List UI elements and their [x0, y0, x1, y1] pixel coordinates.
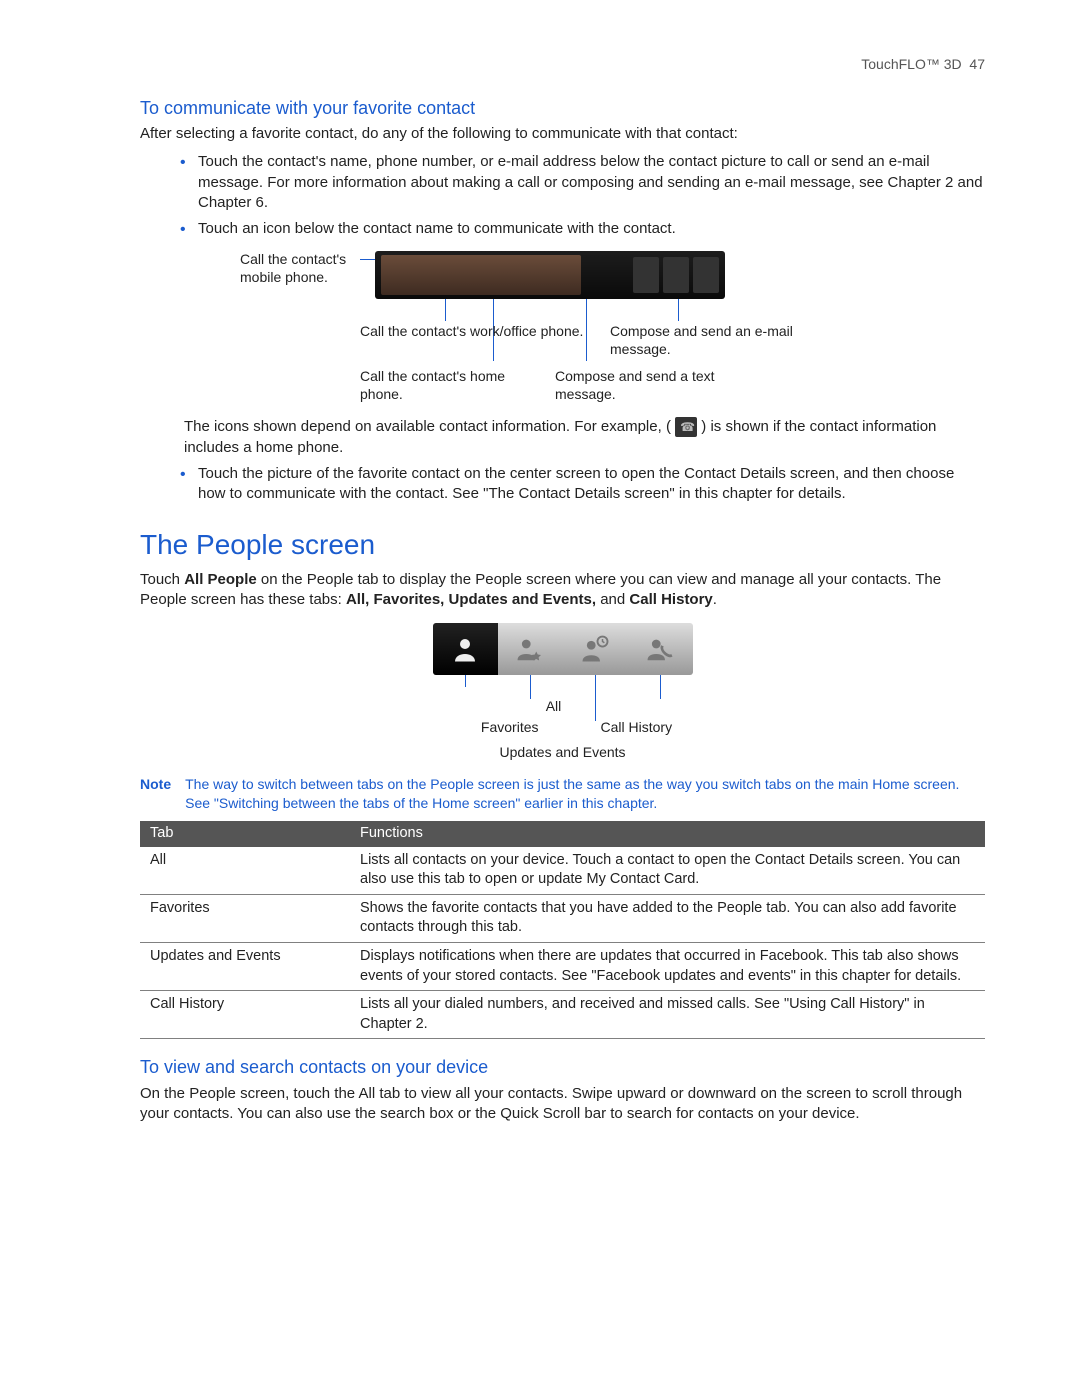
tab-favorites-icon [498, 623, 563, 675]
tab-callhistory-icon [628, 623, 693, 675]
table-row: Favorites Shows the favorite contacts th… [140, 894, 985, 942]
col-functions: Functions [350, 821, 985, 847]
subheading-communicate: To communicate with your favorite contac… [140, 96, 985, 120]
label-callhistory: Call History [601, 718, 673, 737]
tab-labels-row2: Favorites Call History [433, 718, 693, 737]
label-all: All [534, 697, 574, 716]
heading-people-screen: The People screen [140, 526, 985, 564]
table-row: Updates and Events Displays notification… [140, 943, 985, 991]
lead-text: After selecting a favorite contact, do a… [140, 124, 985, 144]
bullet-list: Touch the contact's name, phone number, … [180, 150, 985, 243]
callout-email: Compose and send an e-mail message. [610, 323, 830, 358]
tab-labels-row1: All [433, 697, 693, 716]
bullet-item: Touch the picture of the favorite contac… [180, 462, 985, 509]
contact-thumb [693, 257, 719, 293]
text: The icons shown depend on available cont… [184, 418, 671, 435]
subheading-view-search: To view and search contacts on your devi… [140, 1055, 985, 1079]
label-favorites: Favorites [481, 718, 539, 737]
tab-labels-row3: Updates and Events [433, 743, 693, 762]
label-updates: Updates and Events [499, 743, 625, 762]
table-row: Call History Lists all your dialed numbe… [140, 991, 985, 1039]
icons-note: The icons shown depend on available cont… [184, 417, 985, 458]
tab-updates-icon [563, 623, 628, 675]
bullet-item: Touch the contact's name, phone number, … [180, 150, 985, 217]
manual-page: TouchFLO™ 3D 47 To communicate with your… [0, 0, 1080, 1397]
callout-home: Call the contact's home phone. [360, 368, 550, 403]
contact-thumb [633, 257, 659, 293]
contact-photo-strip [381, 255, 581, 295]
note-label: Note [140, 775, 171, 813]
people-lead: Touch All People on the People tab to di… [140, 570, 985, 611]
tabs-function-table: Tab Functions All Lists all contacts on … [140, 821, 985, 1039]
callout-work: Call the contact's work/office phone. [360, 323, 610, 358]
tab-all-icon [433, 623, 498, 675]
table-row: All Lists all contacts on your device. T… [140, 847, 985, 895]
note-text: The way to switch between tabs on the Pe… [185, 775, 985, 813]
home-phone-icon [675, 417, 697, 437]
callout-text: Compose and send a text message. [555, 368, 775, 403]
page-number: 47 [969, 56, 985, 72]
chapter-name: TouchFLO™ 3D [861, 56, 961, 72]
tab-row [433, 623, 693, 675]
bullet-list: Touch the picture of the favorite contac… [180, 462, 985, 509]
contact-thumb [663, 257, 689, 293]
callout-mobile: Call the contact's mobile phone. [240, 251, 370, 286]
people-tabs-diagram: All Favorites Call History Updates and E… [433, 623, 693, 762]
note: Note The way to switch between tabs on t… [140, 775, 985, 813]
bullet-item: Touch an icon below the contact name to … [180, 217, 985, 243]
col-tab: Tab [140, 821, 350, 847]
view-search-body: On the People screen, touch the All tab … [140, 1084, 985, 1125]
contact-icons-diagram: Call the contact's mobile phone. Call th… [240, 251, 880, 403]
contact-icon-bar [375, 251, 725, 299]
running-header: TouchFLO™ 3D 47 [140, 55, 985, 74]
